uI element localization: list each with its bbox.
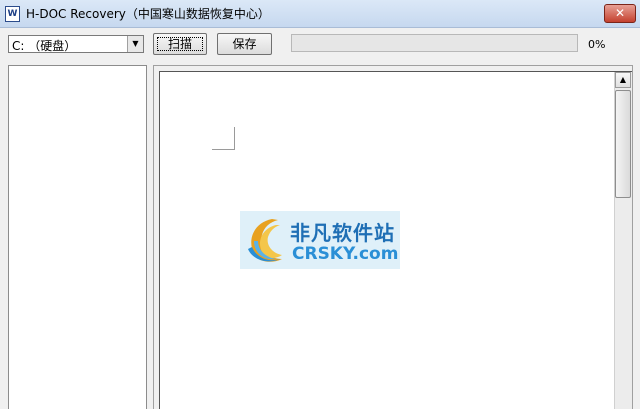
scan-button[interactable]: 扫描 (153, 33, 207, 55)
progress-percent: 0% (588, 38, 606, 51)
save-button[interactable]: 保存 (217, 33, 272, 55)
page-corner-mark (212, 127, 235, 150)
vertical-scrollbar[interactable]: ▲ (614, 72, 632, 409)
crsky-watermark: 非凡软件站 CRSKY.com (240, 211, 400, 269)
close-button[interactable]: ✕ (604, 4, 636, 23)
document-preview[interactable]: 非凡软件站 CRSKY.com ▲ (159, 71, 632, 409)
arrow-up-icon: ▲ (619, 75, 627, 84)
document-w-icon: W (5, 6, 20, 22)
chevron-down-icon[interactable]: ▼ (127, 36, 143, 52)
title-bar: W H-DOC Recovery（中国寒山数据恢复中心） ✕ (0, 0, 640, 28)
window-title: H-DOC Recovery（中国寒山数据恢复中心） (26, 7, 270, 21)
drive-select-value: C: （硬盘） (12, 39, 77, 53)
close-icon: ✕ (614, 6, 626, 20)
document-preview-frame: 非凡软件站 CRSKY.com ▲ (153, 65, 633, 409)
drive-select[interactable]: C: （硬盘） ▼ (8, 35, 144, 53)
scan-progress-bar (291, 34, 578, 52)
watermark-english-text: CRSKY.com (292, 244, 399, 264)
watermark-chinese-text: 非凡软件站 (290, 221, 395, 245)
scroll-up-button[interactable]: ▲ (615, 72, 631, 88)
scroll-thumb[interactable] (615, 90, 631, 198)
file-tree-panel[interactable] (8, 65, 147, 409)
crsky-logo-icon (248, 219, 282, 262)
toolbar: C: （硬盘） ▼ 扫描 保存 0% (0, 28, 640, 61)
